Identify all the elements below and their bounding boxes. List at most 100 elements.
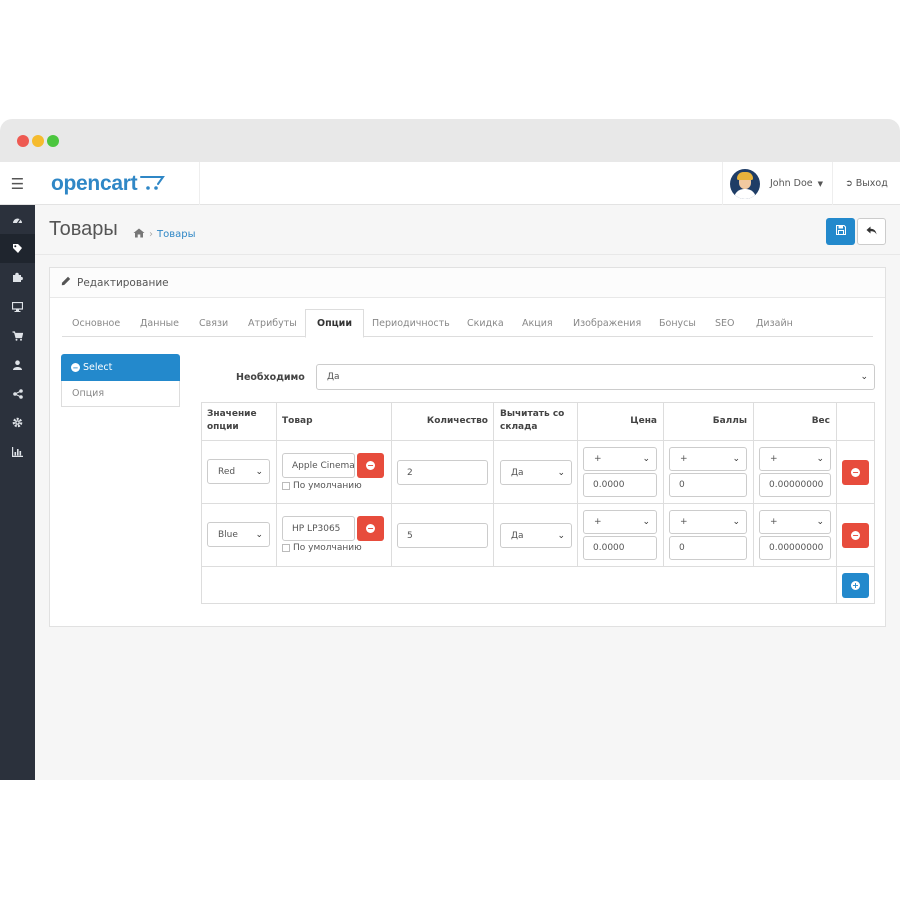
logo-text: opencart (51, 171, 138, 195)
chevron-down-icon: ⌄ (557, 467, 565, 478)
product-input[interactable]: Apple Cinema 30" (282, 453, 355, 478)
tab-options[interactable]: Опции (305, 309, 364, 338)
plus-circle-icon: + (851, 581, 860, 590)
checkbox-box[interactable] (282, 544, 290, 552)
puzzle-icon[interactable] (0, 263, 35, 292)
chevron-down-icon: ⌄ (732, 453, 740, 464)
tab-data[interactable]: Данные (140, 309, 179, 337)
tab-recurring[interactable]: Периодичность (372, 309, 450, 337)
desktop-icon[interactable] (0, 292, 35, 321)
add-option-value-button[interactable]: + (842, 573, 869, 598)
tab-links[interactable]: Связи (199, 309, 228, 337)
tab-bar: Основное Данные Связи Атрибуты Опции Пер… (62, 309, 873, 338)
floppy-icon (835, 224, 846, 238)
breadcrumb-link-products[interactable]: Товары (157, 229, 196, 240)
quantity-input[interactable]: 2 (397, 460, 488, 485)
weight-prefix-select[interactable]: + ⌄ (759, 447, 831, 471)
price-prefix-select[interactable]: + ⌄ (583, 510, 657, 534)
tab-general[interactable]: Основное (72, 309, 120, 337)
default-label: По умолчанию (293, 543, 362, 553)
weight-prefix-select[interactable]: + ⌄ (759, 510, 831, 534)
quantity-input[interactable]: 5 (397, 523, 488, 548)
save-button[interactable] (826, 218, 855, 245)
add-option-input[interactable]: Опция (61, 381, 180, 407)
panel-title: Редактирование (77, 276, 169, 289)
subtract-select[interactable]: Да ⌄ (500, 460, 572, 485)
logout-label: Выход (855, 178, 888, 189)
home-icon[interactable] (133, 228, 145, 241)
default-checkbox[interactable]: По умолчанию (282, 481, 362, 491)
tab-seo[interactable]: SEO (715, 309, 735, 337)
chevron-down-icon: ⌄ (642, 516, 650, 527)
option-value-select[interactable]: Red ⌄ (207, 459, 270, 484)
weight-input[interactable]: 0.00000000 (759, 473, 831, 497)
remove-row-button[interactable]: − (842, 460, 869, 485)
price-input[interactable]: 0.0000 (583, 473, 657, 497)
back-button[interactable] (857, 218, 886, 245)
tab-images[interactable]: Изображения (573, 309, 641, 337)
points-input[interactable]: 0 (669, 536, 747, 560)
points-prefix-select[interactable]: + ⌄ (669, 510, 747, 534)
remove-product-button[interactable]: − (357, 453, 384, 478)
bar-chart-icon[interactable] (0, 437, 35, 466)
subtract-value: Да (511, 530, 524, 541)
weight-input[interactable]: 0.00000000 (759, 536, 831, 560)
share-icon[interactable] (0, 379, 35, 408)
points-prefix-value: + (680, 517, 688, 527)
browser-window: ☰ opencart John Doe ▼ ➲ Выход Товары › Т… (0, 119, 900, 780)
cart-icon[interactable] (0, 321, 35, 350)
required-select[interactable]: Да ⌄ (316, 364, 875, 390)
minus-circle-icon[interactable]: − (71, 363, 80, 372)
sign-out-icon: ➲ (845, 178, 853, 189)
weight-prefix-value: + (770, 517, 778, 527)
close-window-dot[interactable] (17, 135, 29, 147)
price-prefix-select[interactable]: + ⌄ (583, 447, 657, 471)
breadcrumb: › Товары (133, 228, 196, 241)
panel-heading: Редактирование (50, 268, 885, 298)
option-value-select[interactable]: Blue ⌄ (207, 522, 270, 547)
page-title: Товары (49, 218, 118, 240)
minus-circle-icon: − (851, 531, 860, 540)
cog-icon[interactable] (0, 408, 35, 437)
maximize-window-dot[interactable] (47, 135, 59, 147)
tag-icon[interactable] (0, 234, 35, 263)
header-product: Товар (282, 416, 313, 426)
tab-attributes[interactable]: Атрибуты (248, 309, 297, 337)
tab-reward-points[interactable]: Бонусы (659, 309, 696, 337)
minimize-window-dot[interactable] (32, 135, 44, 147)
remove-product-button[interactable]: − (357, 516, 384, 541)
option-value-text: Blue (218, 529, 238, 540)
menu-toggle-icon[interactable]: ☰ (0, 162, 35, 205)
minus-circle-icon: − (366, 524, 375, 533)
option-item-select[interactable]: − Select (61, 354, 180, 381)
user-icon[interactable] (0, 350, 35, 379)
logout-button[interactable]: ➲ Выход (832, 162, 900, 205)
price-input[interactable]: 0.0000 (583, 536, 657, 560)
logo[interactable]: opencart (35, 162, 200, 205)
checkbox-box[interactable] (282, 482, 290, 490)
option-item-label: Select (83, 362, 113, 373)
option-values-table: Значение опции Товар Количество Вычитать… (201, 402, 875, 604)
dashboard-icon[interactable] (0, 205, 35, 234)
user-menu[interactable]: John Doe ▼ (722, 162, 832, 205)
default-checkbox[interactable]: По умолчанию (282, 543, 362, 553)
price-prefix-value: + (594, 454, 602, 464)
points-prefix-value: + (680, 454, 688, 464)
chevron-down-icon: ⌄ (255, 529, 263, 540)
subtract-select[interactable]: Да ⌄ (500, 523, 572, 548)
product-input[interactable]: HP LP3065 (282, 516, 355, 541)
tab-special[interactable]: Акция (522, 309, 553, 337)
page-header: Товары › Товары (35, 205, 900, 255)
points-input[interactable]: 0 (669, 473, 747, 497)
breadcrumb-separator: › (149, 229, 153, 240)
option-list: − Select Опция (61, 354, 180, 407)
required-label: Необходимо (236, 372, 305, 383)
main-content: Товары › Товары Редактирование Основное … (35, 205, 900, 780)
points-prefix-select[interactable]: + ⌄ (669, 447, 747, 471)
avatar (730, 168, 760, 199)
remove-row-button[interactable]: − (842, 523, 869, 548)
tab-discount[interactable]: Скидка (467, 309, 504, 337)
tab-design[interactable]: Дизайн (756, 309, 793, 337)
edit-panel: Редактирование Основное Данные Связи Атр… (49, 267, 886, 627)
chevron-down-icon: ⌄ (557, 530, 565, 541)
